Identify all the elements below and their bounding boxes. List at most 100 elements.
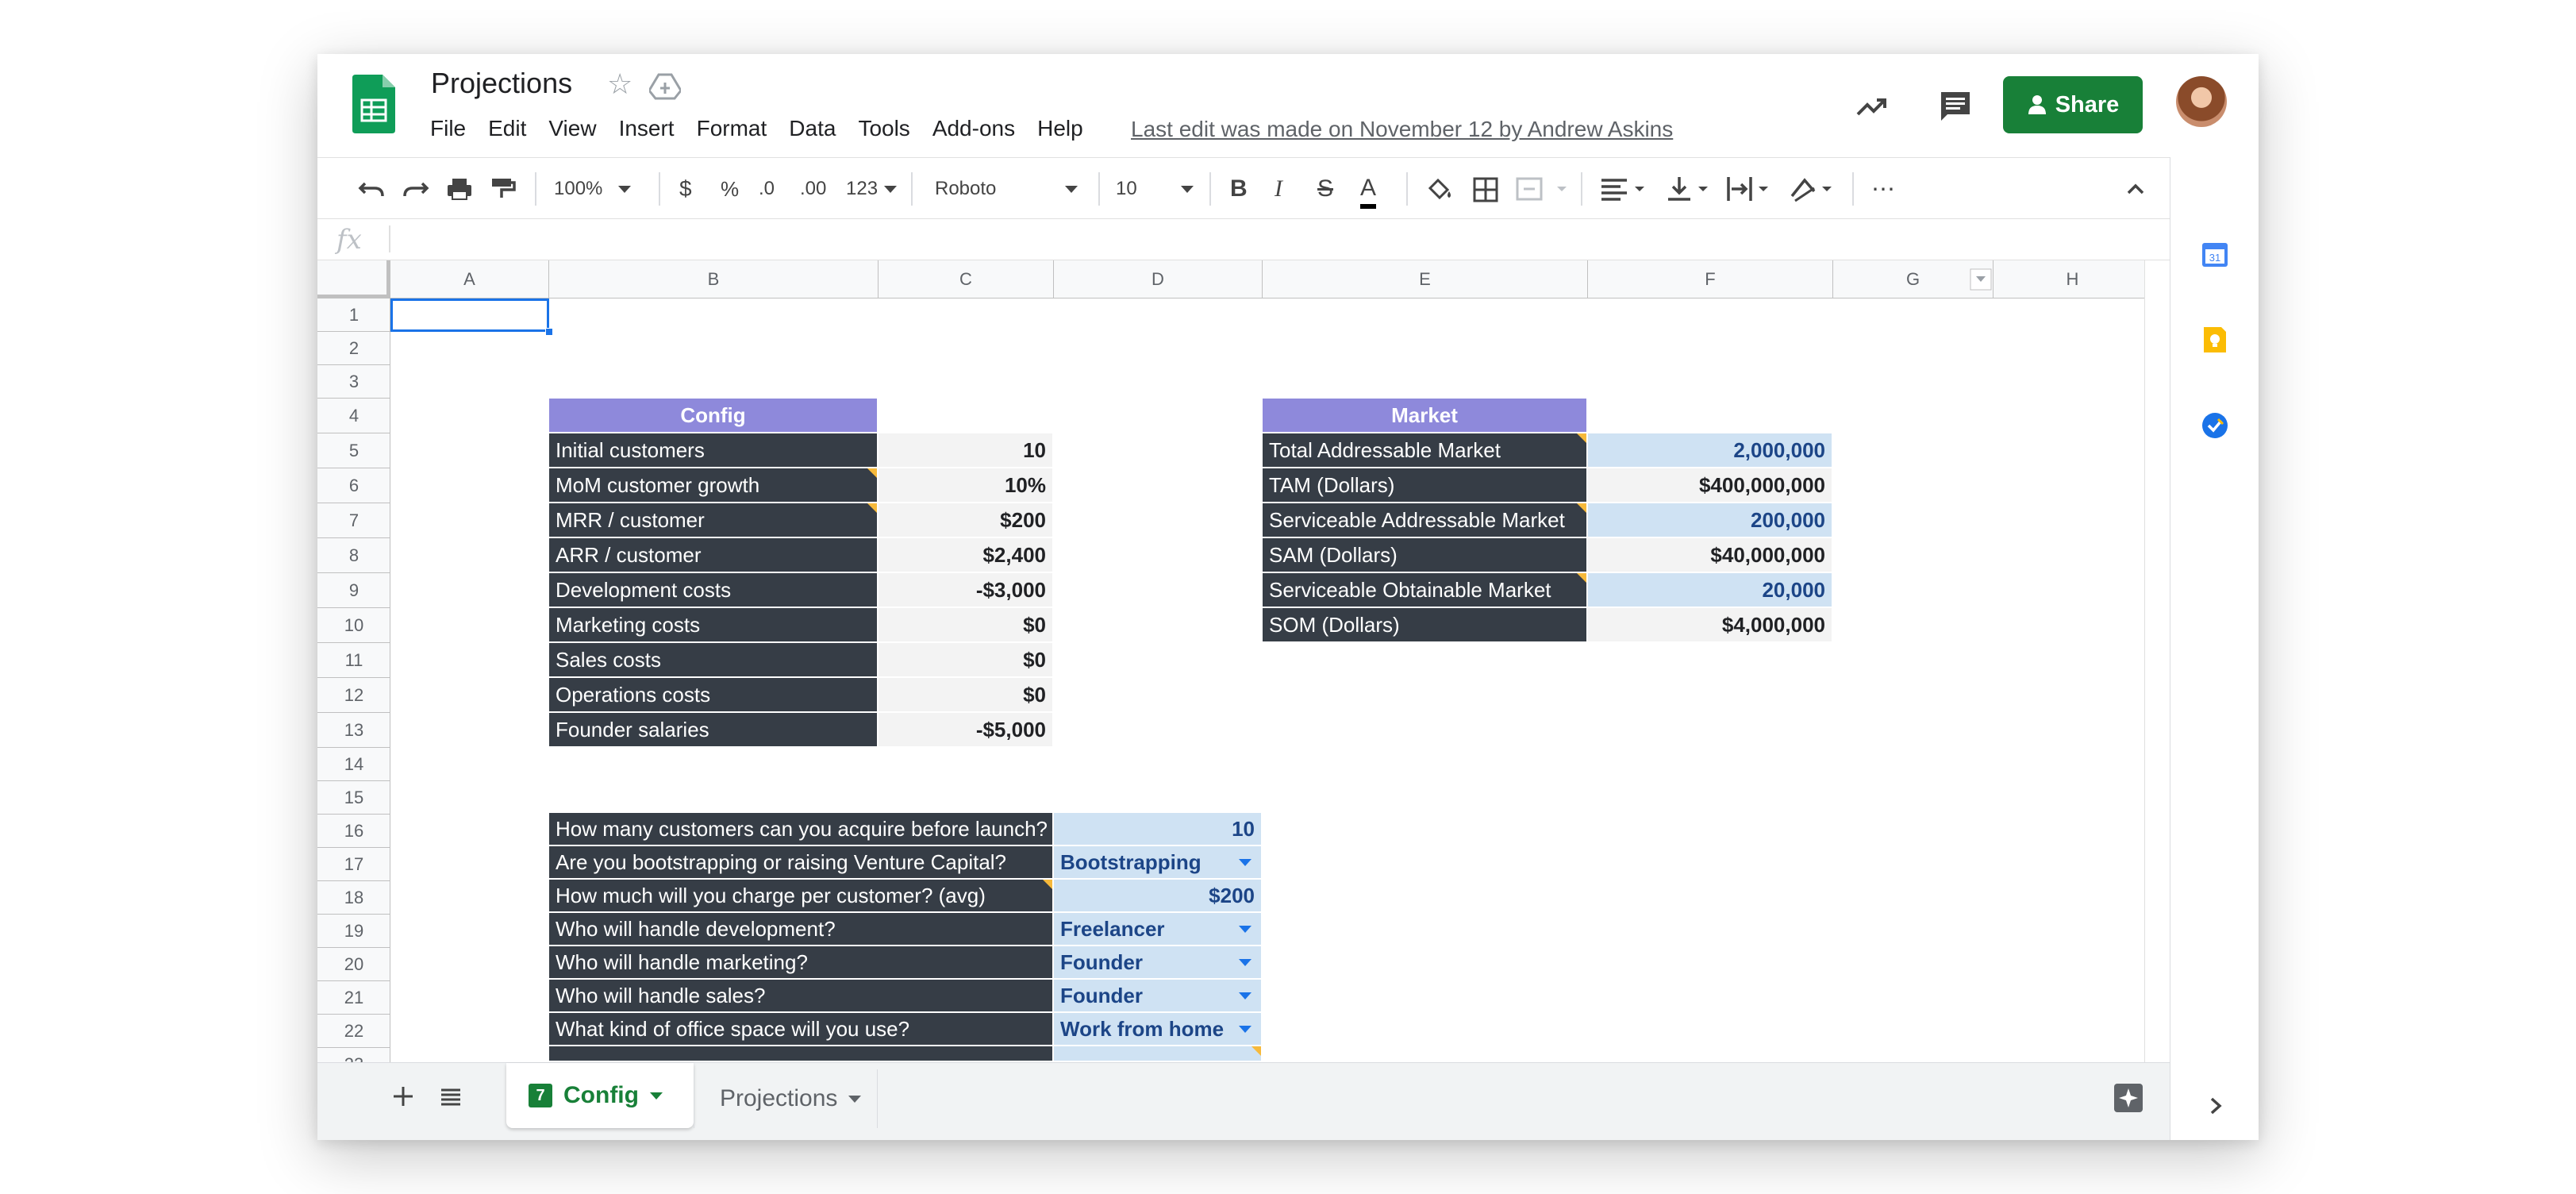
row-header[interactable]: 13	[317, 713, 390, 748]
column-header-c[interactable]: C	[879, 260, 1054, 298]
increase-decimal-button[interactable]: .00	[800, 172, 826, 206]
config-value[interactable]: $0	[879, 678, 1052, 713]
print-icon[interactable]	[444, 172, 475, 206]
currency-format-button[interactable]: $	[679, 172, 692, 206]
bold-button[interactable]: B	[1230, 172, 1248, 206]
sheet-tab-projections[interactable]: Projections	[694, 1069, 878, 1128]
paint-format-icon[interactable]	[487, 172, 517, 206]
row-header[interactable]: 19	[317, 915, 390, 948]
question-label[interactable]: What kind of office space will you use?	[549, 1013, 1052, 1046]
menu-format[interactable]: Format	[697, 116, 767, 141]
row-header[interactable]: 18	[317, 881, 390, 915]
market-value[interactable]: $4,000,000	[1588, 608, 1832, 643]
row-header[interactable]: 23	[317, 1048, 390, 1063]
more-options-icon[interactable]: ⋯	[1871, 172, 1897, 206]
share-button[interactable]: Share	[2003, 76, 2143, 133]
row-header[interactable]: 2	[317, 332, 390, 365]
vertical-scrollbar[interactable]	[2144, 260, 2170, 1062]
config-label[interactable]: Marketing costs	[549, 608, 877, 643]
market-label[interactable]: Serviceable Obtainable Market	[1263, 573, 1586, 608]
column-header-e[interactable]: E	[1263, 260, 1588, 298]
tasks-icon[interactable]	[2201, 411, 2229, 440]
row-header[interactable]: 20	[317, 948, 390, 981]
star-icon[interactable]: ☆	[607, 70, 636, 98]
row-header[interactable]: 11	[317, 643, 390, 678]
config-label[interactable]: Founder salaries	[549, 713, 877, 748]
answer-dropdown[interactable]: Bootstrapping	[1054, 846, 1261, 880]
answer-dropdown[interactable]: Work from home	[1054, 1013, 1261, 1046]
keep-icon[interactable]	[2201, 325, 2229, 354]
zoom-select[interactable]: 100%	[554, 172, 632, 206]
question-label[interactable]: Who will handle sales?	[549, 980, 1052, 1013]
row-header[interactable]: 22	[317, 1015, 390, 1048]
calendar-icon[interactable]: 31	[2201, 240, 2229, 268]
user-avatar[interactable]	[2176, 76, 2227, 127]
menu-file[interactable]: File	[430, 116, 466, 141]
row-header[interactable]: 12	[317, 678, 390, 713]
last-edit-link[interactable]: Last edit was made on November 12 by And…	[1131, 117, 1673, 142]
config-value[interactable]: $0	[879, 608, 1052, 643]
question-label[interactable]: How many customers can you acquire befor…	[549, 813, 1052, 846]
percent-format-button[interactable]: %	[721, 172, 739, 206]
config-label[interactable]: Initial customers	[549, 433, 877, 468]
row-header[interactable]: 16	[317, 815, 390, 848]
config-value[interactable]: -$5,000	[879, 713, 1052, 748]
config-value[interactable]: 10	[879, 433, 1052, 468]
answer-dropdown[interactable]: Founder	[1054, 980, 1261, 1013]
answer-dropdown-partial[interactable]	[1054, 1046, 1261, 1062]
menu-addons[interactable]: Add-ons	[932, 116, 1015, 141]
italic-button[interactable]: I	[1275, 172, 1282, 206]
activity-trend-icon[interactable]	[1853, 87, 1891, 125]
config-label[interactable]: Sales costs	[549, 643, 877, 678]
move-to-drive-icon[interactable]	[649, 73, 681, 100]
column-header-a[interactable]: A	[390, 260, 549, 298]
decrease-decimal-button[interactable]: .0	[759, 172, 775, 206]
menu-help[interactable]: Help	[1037, 116, 1083, 141]
formula-bar[interactable]: fx	[317, 219, 2170, 260]
menu-insert[interactable]: Insert	[619, 116, 675, 141]
font-size-select[interactable]: 10	[1116, 172, 1194, 206]
config-header[interactable]: Config	[549, 399, 877, 432]
market-label[interactable]: Serviceable Addressable Market	[1263, 503, 1586, 538]
question-label[interactable]: Are you bootstrapping or raising Venture…	[549, 846, 1052, 880]
row-header[interactable]: 5	[317, 433, 390, 468]
menu-data[interactable]: Data	[789, 116, 836, 141]
row-header[interactable]: 15	[317, 781, 390, 815]
market-header[interactable]: Market	[1263, 399, 1586, 432]
column-header-d[interactable]: D	[1054, 260, 1263, 298]
column-filter-icon[interactable]	[1970, 268, 1992, 291]
more-formats-button[interactable]: 123	[846, 172, 898, 206]
row-header[interactable]: 9	[317, 573, 390, 608]
answer-input[interactable]: $200	[1054, 880, 1261, 913]
text-rotation-icon[interactable]	[1787, 172, 1840, 206]
config-value[interactable]: -$3,000	[879, 573, 1052, 608]
fill-color-icon[interactable]	[1424, 172, 1455, 206]
strikethrough-button[interactable]: S	[1317, 172, 1333, 206]
document-title[interactable]: Projections	[431, 67, 572, 100]
market-value[interactable]: $400,000,000	[1588, 468, 1832, 503]
row-header[interactable]: 1	[317, 298, 390, 332]
config-value[interactable]: $200	[879, 503, 1052, 538]
menu-edit[interactable]: Edit	[488, 116, 526, 141]
menu-view[interactable]: View	[548, 116, 596, 141]
config-label[interactable]: Development costs	[549, 573, 877, 608]
borders-icon[interactable]	[1470, 172, 1501, 206]
text-wrap-icon[interactable]	[1724, 172, 1776, 206]
question-label[interactable]: How much will you charge per customer? (…	[549, 880, 1052, 913]
undo-icon[interactable]	[357, 172, 387, 206]
question-label[interactable]: Who will handle development?	[549, 913, 1052, 946]
row-header[interactable]: 8	[317, 538, 390, 573]
config-value[interactable]: $0	[879, 643, 1052, 678]
answer-input[interactable]: 10	[1054, 813, 1261, 846]
sheet-tab-config[interactable]: 7 Config	[506, 1063, 694, 1128]
row-header[interactable]: 3	[317, 365, 390, 399]
row-header[interactable]: 10	[317, 608, 390, 643]
answer-dropdown[interactable]: Founder	[1054, 946, 1261, 980]
config-label[interactable]: ARR / customer	[549, 538, 877, 573]
comment-icon[interactable]	[1936, 87, 1974, 125]
expand-side-panel-icon[interactable]	[2205, 1094, 2226, 1118]
fill-handle[interactable]	[545, 328, 553, 336]
horizontal-align-icon[interactable]	[1598, 172, 1651, 206]
row-header[interactable]: 21	[317, 981, 390, 1015]
config-value[interactable]: 10%	[879, 468, 1052, 503]
